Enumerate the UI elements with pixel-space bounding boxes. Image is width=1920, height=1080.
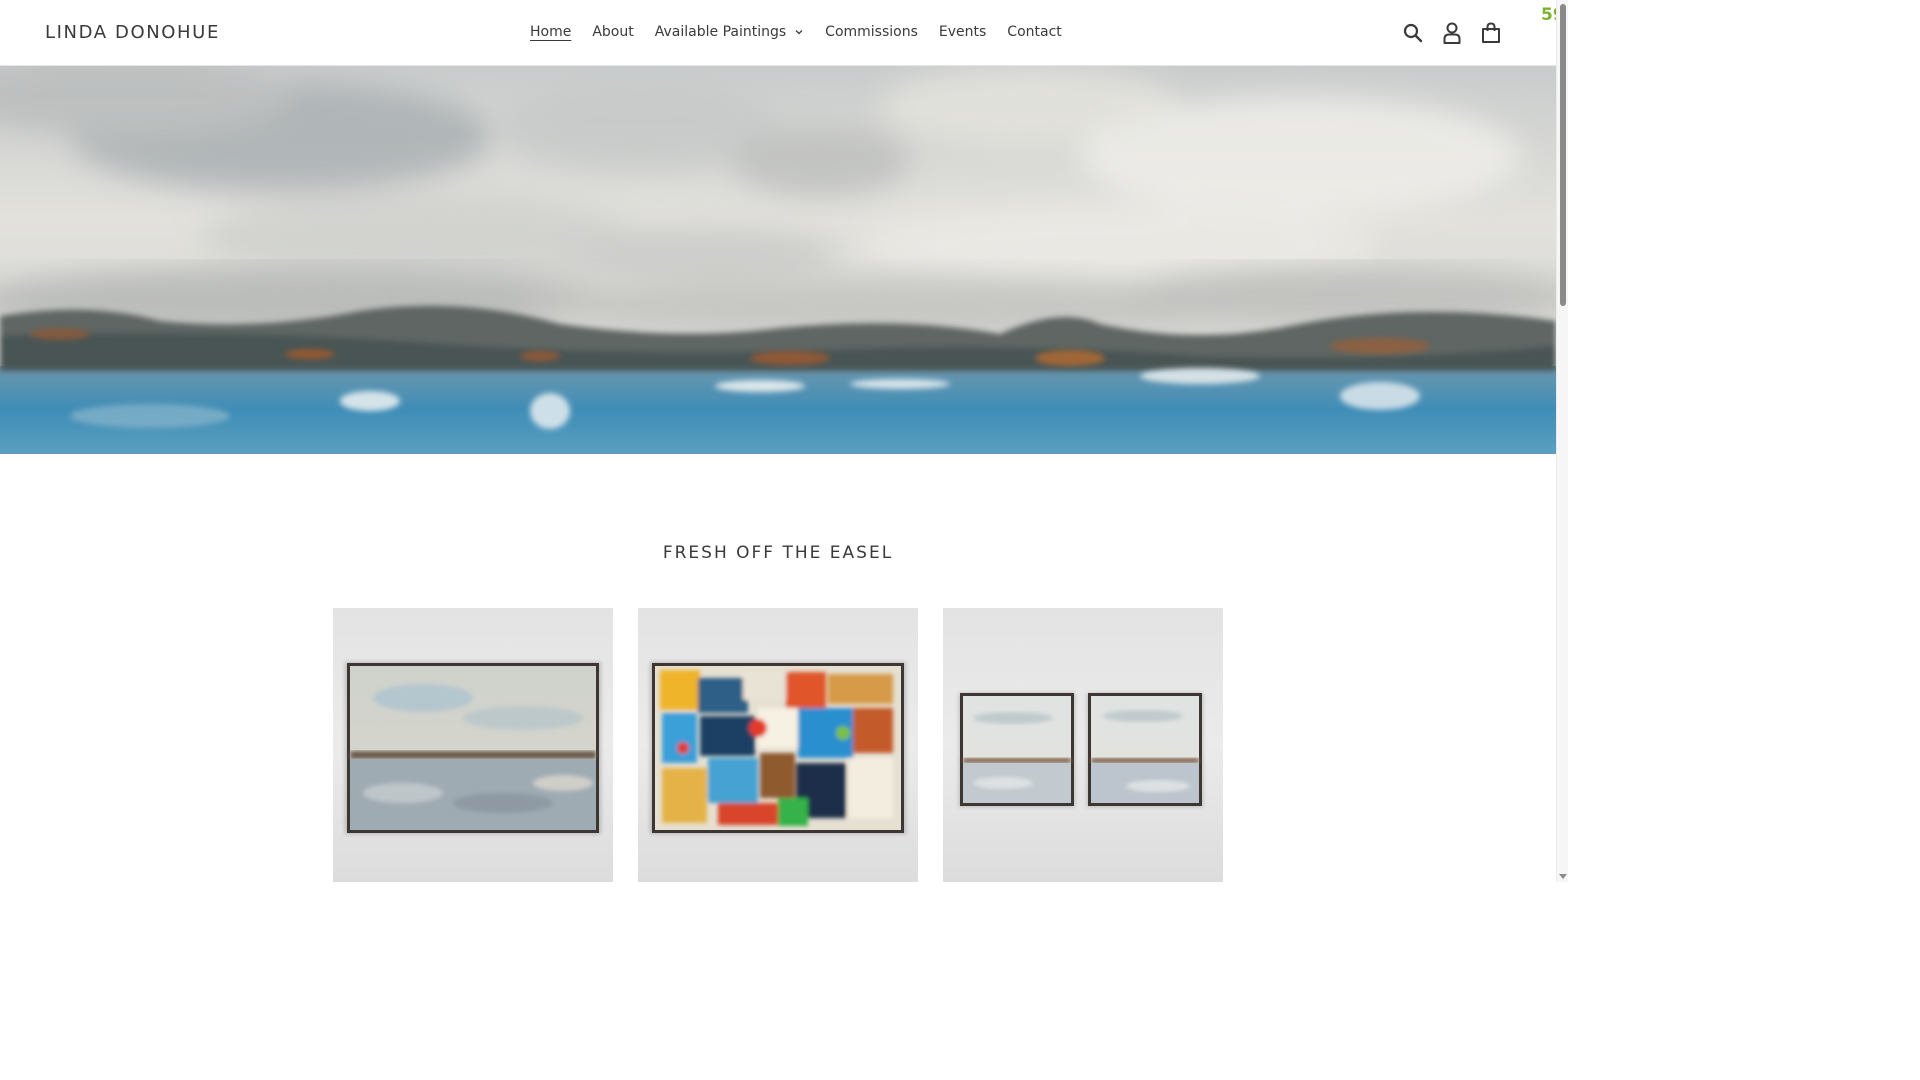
section-title: FRESH OFF THE EASEL xyxy=(662,543,894,563)
nav-item-contact[interactable]: Contact xyxy=(1007,24,1061,40)
nav-item-available-paintings[interactable]: Available Paintings xyxy=(655,24,804,40)
search-icon xyxy=(1403,23,1423,43)
chevron-down-icon xyxy=(795,30,803,35)
nav-item-home[interactable]: Home xyxy=(530,24,571,40)
cart-button[interactable] xyxy=(1478,20,1504,46)
cart-icon xyxy=(1482,22,1500,43)
product-card[interactable] xyxy=(943,608,1223,882)
site-logo[interactable]: LINDA DONOHUE xyxy=(45,22,220,43)
main-nav: Home About Available Paintings Commissio… xyxy=(530,24,1083,40)
product-card[interactable] xyxy=(333,608,613,882)
product-card[interactable] xyxy=(638,608,918,882)
site-header: LINDA DONOHUE Home About Available Paint… xyxy=(0,0,1556,66)
nav-item-about[interactable]: About xyxy=(592,24,633,40)
scroll-down-arrow-icon[interactable] xyxy=(1559,874,1567,879)
page-scrollbar[interactable] xyxy=(1556,0,1568,882)
scrollbar-thumb[interactable] xyxy=(1560,4,1566,306)
search-button[interactable] xyxy=(1400,20,1426,46)
account-button[interactable] xyxy=(1439,20,1465,46)
header-icons xyxy=(1400,20,1504,46)
nav-item-label: Available Paintings xyxy=(654,24,787,40)
product-image-landscape-painting xyxy=(345,662,601,834)
product-grid xyxy=(333,608,1223,882)
account-icon xyxy=(1443,22,1461,44)
product-image-abstract-painting xyxy=(650,662,906,834)
nav-item-commissions[interactable]: Commissions xyxy=(825,24,918,40)
hero-banner-image xyxy=(0,66,1556,454)
page: LINDA DONOHUE Home About Available Paint… xyxy=(0,0,1568,882)
product-image-diptych-paintings xyxy=(959,693,1203,807)
landscape-painting-image xyxy=(0,66,1556,454)
nav-item-events[interactable]: Events xyxy=(939,24,986,40)
